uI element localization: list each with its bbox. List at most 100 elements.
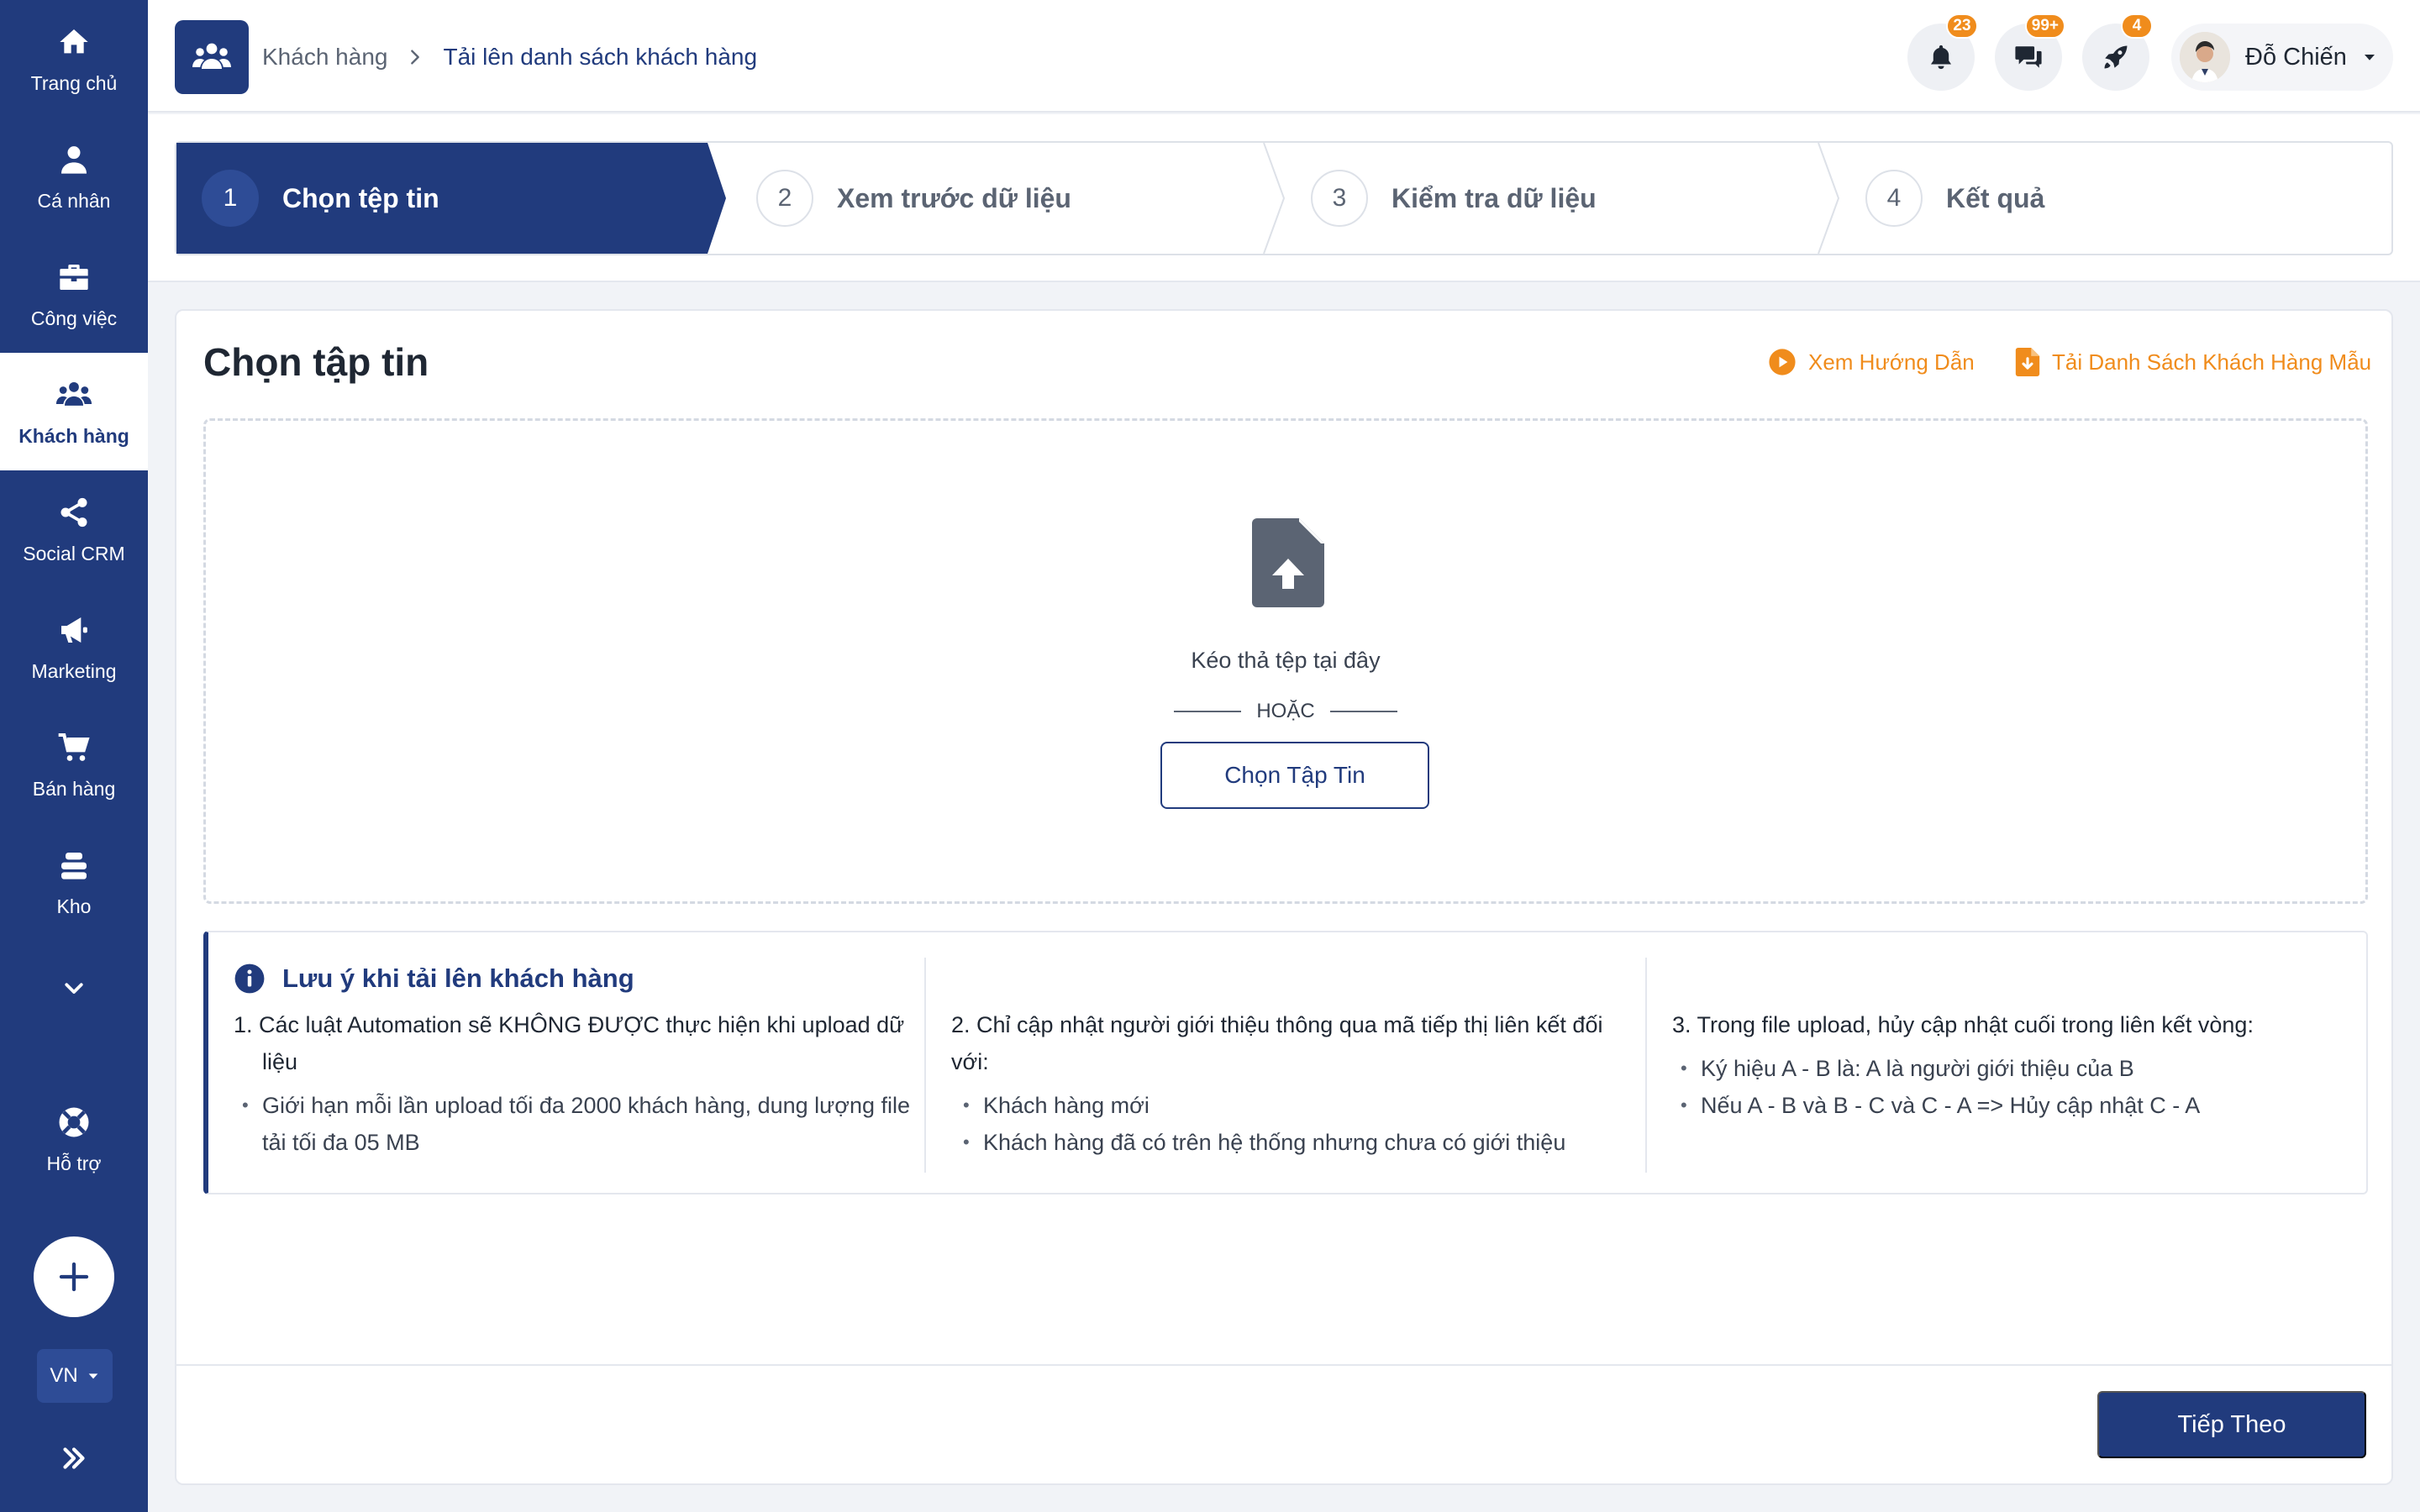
sidebar-item-tasks[interactable]: Công việc xyxy=(0,235,148,353)
sidebar-item-label: Bán hàng xyxy=(32,777,116,800)
note-column-3: 3. Trong file upload, hủy cập nhật cuối … xyxy=(1672,1006,2344,1124)
caret-down-icon xyxy=(87,1369,100,1383)
sidebar-item-social-crm[interactable]: Social CRM xyxy=(0,470,148,588)
divider-line xyxy=(1174,711,1242,712)
top-header: Khách hàng Tải lên danh sách khách hàng … xyxy=(148,0,2420,113)
note-bullet: Ký hiệu A - B là: A là người giới thiệu … xyxy=(1676,1050,2344,1087)
note-heading: 2. Chỉ cập nhật người giới thiệu thông q… xyxy=(951,1012,1603,1074)
column-divider xyxy=(924,958,926,1173)
language-selector[interactable]: VN xyxy=(37,1349,113,1403)
view-guide-link[interactable]: Xem Hướng Dẫn xyxy=(1768,348,1975,376)
or-label: HOẶC xyxy=(1256,700,1315,722)
note-column-2: 2. Chỉ cập nhật người giới thiệu thông q… xyxy=(951,1006,1623,1161)
megaphone-icon xyxy=(55,612,92,648)
updates-badge: 4 xyxy=(2121,13,2153,39)
file-upload-icon xyxy=(1252,518,1324,607)
note-list: Ký hiệu A - B là: A là người giới thiệu … xyxy=(1672,1050,2344,1124)
step-label: Chọn tệp tin xyxy=(282,182,439,213)
note-bullet: Nếu A - B và B - C và C - A => Hủy cập n… xyxy=(1676,1087,2344,1124)
download-template-link[interactable]: Tải Danh Sách Khách Hàng Mẫu xyxy=(2015,348,2371,376)
notifications-badge: 23 xyxy=(1946,13,1978,39)
note-list: Giới hạn mỗi lần upload tối đa 2000 khác… xyxy=(234,1087,914,1161)
sidebar-item-home[interactable]: Trang chủ xyxy=(0,0,148,118)
home-icon xyxy=(55,24,92,60)
messages-badge: 99+ xyxy=(2024,13,2065,39)
expand-sidebar-button[interactable] xyxy=(52,1436,96,1480)
bell-icon xyxy=(1927,43,1955,71)
note-list: Khách hàng mới Khách hàng đã có trên hệ … xyxy=(951,1087,1623,1161)
sidebar-item-label: Kho xyxy=(56,895,92,917)
sidebar-item-label: Khách hàng xyxy=(18,424,129,447)
info-icon xyxy=(234,963,266,995)
step-number: 1 xyxy=(202,170,259,227)
customers-icon xyxy=(55,376,92,413)
user-icon xyxy=(55,141,92,178)
lifebuoy-icon xyxy=(55,1104,92,1141)
upload-notes: Lưu ý khi tải lên khách hàng 1. Các luật… xyxy=(203,931,2368,1194)
share-icon xyxy=(55,494,92,531)
step-number: 3 xyxy=(1311,170,1368,227)
quick-add-button[interactable] xyxy=(34,1236,114,1317)
file-download-icon xyxy=(2015,348,2040,376)
notifications-button[interactable]: 23 xyxy=(1907,13,1978,91)
stepper-background xyxy=(176,143,1840,254)
download-template-label: Tải Danh Sách Khách Hàng Mẫu xyxy=(2052,349,2372,375)
step-number: 2 xyxy=(756,170,813,227)
chevron-down-icon xyxy=(61,975,87,1000)
note-bullet: Khách hàng mới xyxy=(958,1087,1623,1124)
caret-down-icon xyxy=(2362,50,2377,65)
choose-file-button[interactable]: Chọn Tập Tin xyxy=(1160,742,1429,809)
plus-icon xyxy=(57,1260,91,1294)
step-preview-data[interactable]: 2 Xem trước dữ liệu xyxy=(756,143,1071,254)
messages-button[interactable]: 99+ xyxy=(1995,13,2065,91)
warehouse-icon xyxy=(55,847,92,884)
next-button[interactable]: Tiếp Theo xyxy=(2097,1391,2366,1458)
sidebar-item-label: Công việc xyxy=(30,307,118,329)
step-result[interactable]: 4 Kết quả xyxy=(1865,143,2044,254)
step-label: Kết quả xyxy=(1946,182,2045,213)
breadcrumb-current: Tải lên danh sách khách hàng xyxy=(443,44,758,70)
sidebar-item-label: Marketing xyxy=(31,659,117,682)
rocket-icon xyxy=(2102,43,2130,71)
sidebar-item-label: Hỗ trợ xyxy=(46,1152,102,1174)
step-check-data[interactable]: 3 Kiểm tra dữ liệu xyxy=(1311,143,1597,254)
sidebar-item-warehouse[interactable]: Kho xyxy=(0,823,148,941)
note-column-1: 1. Các luật Automation sẽ KHÔNG ĐƯỢC thự… xyxy=(234,1006,914,1161)
briefcase-icon xyxy=(55,259,92,296)
or-divider: HOẶC xyxy=(206,700,2365,723)
column-divider xyxy=(1645,958,1647,1173)
file-dropzone[interactable]: Kéo thả tệp tại đây HOẶC Chọn Tập Tin xyxy=(203,418,2368,904)
notes-title-text: Lưu ý khi tải lên khách hàng xyxy=(282,963,634,993)
sidebar-item-label: Trang chủ xyxy=(30,71,118,94)
divider-line xyxy=(1329,711,1397,712)
notes-title: Lưu ý khi tải lên khách hàng xyxy=(234,963,634,995)
sidebar-item-support[interactable]: Hỗ trợ xyxy=(0,1080,148,1198)
note-heading: 3. Trong file upload, hủy cập nhật cuối … xyxy=(1672,1012,2254,1037)
chat-icon xyxy=(2014,43,2043,71)
sidebar-item-label: Social CRM xyxy=(23,542,125,564)
double-chevron-right-icon xyxy=(59,1443,89,1473)
sidebar-item-label: Cá nhân xyxy=(37,189,111,212)
sidebar-item-marketing[interactable]: Marketing xyxy=(0,588,148,706)
upload-card: Chọn tập tin Xem Hướng Dẫn Tải Danh Sách… xyxy=(175,309,2393,1485)
note-bullet: Giới hạn mỗi lần upload tối đa 2000 khác… xyxy=(237,1087,914,1161)
updates-button[interactable]: 4 xyxy=(2082,13,2153,91)
avatar xyxy=(2180,32,2230,82)
chevron-right-icon xyxy=(406,48,424,66)
step-choose-file[interactable]: 1 Chọn tệp tin xyxy=(202,143,439,254)
step-label: Kiểm tra dữ liệu xyxy=(1392,182,1597,213)
upload-stepper: 1 Chọn tệp tin 2 Xem trước dữ liệu 3 Kiể… xyxy=(175,141,2393,255)
play-circle-icon xyxy=(1768,348,1797,376)
language-label: VN xyxy=(50,1364,78,1387)
sidebar-item-sales[interactable]: Bán hàng xyxy=(0,706,148,823)
note-bullet: Khách hàng đã có trên hệ thống nhưng chư… xyxy=(958,1124,1623,1161)
sidebar: Trang chủ Cá nhân Công việc Khách hàng S… xyxy=(0,0,148,1512)
user-name: Đỗ Chiến xyxy=(2245,43,2347,71)
sidebar-item-personal[interactable]: Cá nhân xyxy=(0,118,148,235)
sidebar-item-customers[interactable]: Khách hàng xyxy=(0,353,148,470)
view-guide-label: Xem Hướng Dẫn xyxy=(1808,349,1975,375)
user-menu[interactable]: Đỗ Chiến xyxy=(2171,24,2393,91)
step-label: Xem trước dữ liệu xyxy=(837,182,1071,213)
breadcrumb-customers-link[interactable]: Khách hàng xyxy=(262,44,387,71)
sidebar-more-button[interactable] xyxy=(50,964,97,1011)
